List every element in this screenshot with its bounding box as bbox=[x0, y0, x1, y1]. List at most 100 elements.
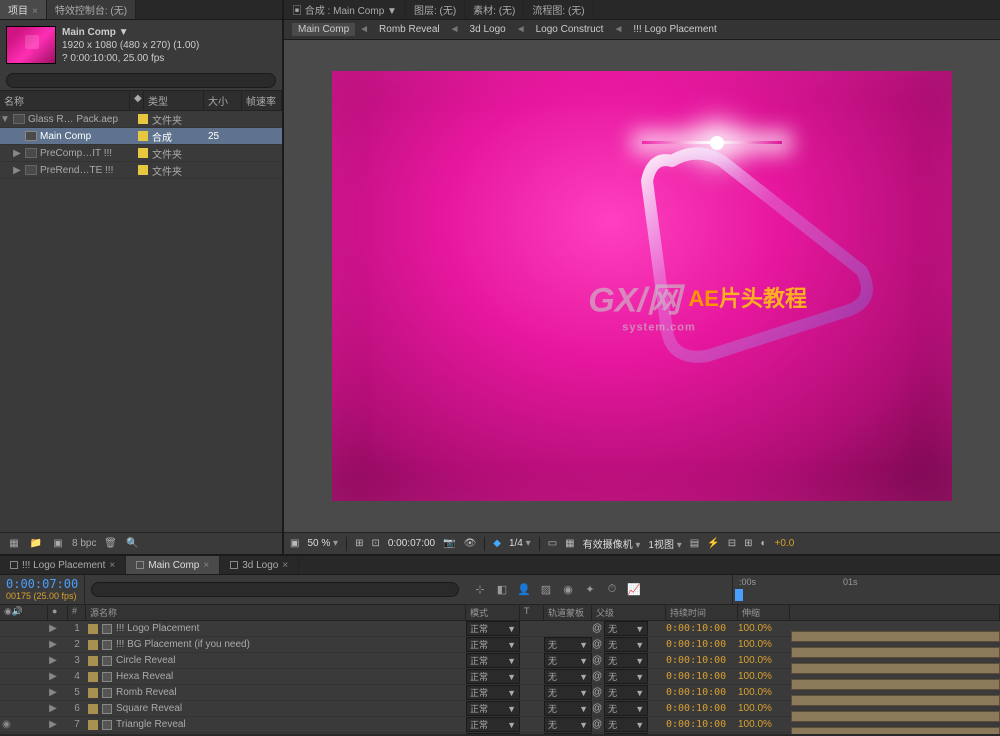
always-preview-icon[interactable]: ▣ bbox=[290, 538, 299, 549]
layer-bar[interactable] bbox=[791, 663, 1000, 674]
parent-dropdown[interactable]: 无▼ bbox=[604, 685, 648, 700]
blend-mode-dropdown[interactable]: 正常▼ bbox=[466, 637, 520, 652]
label-color-swatch[interactable] bbox=[88, 656, 98, 666]
show-snapshot-icon[interactable]: 👁 bbox=[464, 538, 477, 549]
timeline-layers[interactable]: ▶1!!! Logo Placement正常▼@无▼0:00:10:00100.… bbox=[0, 621, 1000, 734]
trkmat-t-column-header[interactable]: T bbox=[520, 605, 544, 620]
pickwhip-icon[interactable]: @ bbox=[592, 719, 602, 730]
pickwhip-icon[interactable]: @ bbox=[592, 703, 602, 714]
label-color-swatch[interactable] bbox=[88, 672, 98, 682]
visibility-toggle-icon[interactable] bbox=[2, 639, 14, 651]
layer-name[interactable]: Square Reveal bbox=[116, 703, 182, 714]
tree-item[interactable]: Main Comp合成25 bbox=[0, 128, 282, 145]
layer-duration[interactable]: 0:00:10:00 bbox=[666, 719, 738, 730]
comp-canvas[interactable]: AE片头教程 GX/网system.com bbox=[332, 71, 952, 501]
tab-fx-controls[interactable]: 特效控制台: (无) bbox=[47, 0, 136, 19]
comp-canvas-background[interactable]: AE片头教程 GX/网system.com bbox=[284, 40, 1000, 532]
breadcrumb-item[interactable]: 3d Logo bbox=[464, 23, 512, 36]
layer-stretch[interactable]: 100.0% bbox=[738, 623, 790, 634]
breadcrumb-item[interactable]: !!! Logo Placement bbox=[627, 23, 722, 36]
layer-name[interactable]: Romb Reveal bbox=[116, 687, 177, 698]
project-search-input[interactable] bbox=[6, 73, 276, 88]
layer-name[interactable]: Triangle Reveal bbox=[116, 719, 186, 730]
parent-dropdown[interactable]: 无▼ bbox=[604, 637, 648, 652]
comp-mini-flowchart-icon[interactable]: ⊹ bbox=[471, 581, 489, 599]
tab-footage[interactable]: 素材: (无) bbox=[465, 0, 524, 19]
parent-dropdown[interactable]: 无▼ bbox=[604, 701, 648, 716]
tree-item[interactable]: ▶PreRend…TE !!!文件夹 bbox=[0, 162, 282, 179]
time-ruler[interactable]: :00s 01s bbox=[732, 575, 1000, 604]
layer-bar[interactable] bbox=[791, 695, 1000, 706]
search-icon[interactable]: 🔍 bbox=[124, 536, 140, 552]
project-tree[interactable]: ▼Glass R… Pack.aep文件夹Main Comp合成25▶PreCo… bbox=[0, 111, 282, 532]
layer-duration[interactable]: 0:00:10:00 bbox=[666, 687, 738, 698]
comp-thumbnail[interactable] bbox=[6, 26, 56, 64]
visibility-toggle-icon[interactable] bbox=[2, 703, 14, 715]
layer-name[interactable]: !!! Logo Placement bbox=[116, 623, 199, 634]
layer-name[interactable]: Hexa Reveal bbox=[116, 671, 173, 682]
layer-twirl-icon[interactable]: ▶ bbox=[48, 687, 58, 698]
active-camera-dropdown[interactable]: 有效摄像机 ▾ bbox=[583, 536, 641, 551]
av-column-header[interactable]: ◉🔊 bbox=[0, 605, 48, 620]
interpret-footage-icon[interactable]: ▦ bbox=[6, 536, 22, 552]
tab-layer[interactable]: 图层: (无) bbox=[406, 0, 465, 19]
parent-dropdown[interactable]: 无▼ bbox=[604, 621, 648, 636]
blend-mode-dropdown[interactable]: 正常▼ bbox=[466, 621, 520, 636]
project-columns-header[interactable]: 名称 ◆ 类型 大小 帧速率 bbox=[0, 90, 282, 111]
layer-name[interactable]: !!! BG Placement (if you need) bbox=[116, 639, 250, 650]
flowchart-icon[interactable]: ⊞ bbox=[744, 538, 752, 549]
layer-stretch[interactable]: 100.0% bbox=[738, 687, 790, 698]
layer-row[interactable]: ▶1!!! Logo Placement正常▼@无▼0:00:10:00100.… bbox=[0, 621, 1000, 637]
timeline-tab[interactable]: Main Comp × bbox=[126, 556, 220, 574]
trkmat-dropdown[interactable]: 无▼ bbox=[544, 669, 592, 684]
layer-stretch[interactable]: 100.0% bbox=[738, 703, 790, 714]
guides-toggle-icon[interactable]: ⊡ bbox=[371, 538, 379, 549]
pickwhip-icon[interactable]: @ bbox=[592, 671, 602, 682]
new-comp-icon[interactable]: ▣ bbox=[50, 536, 66, 552]
layer-bar[interactable] bbox=[791, 711, 1000, 722]
parent-dropdown[interactable]: 无▼ bbox=[604, 717, 648, 732]
pickwhip-icon[interactable]: @ bbox=[592, 687, 602, 698]
layer-twirl-icon[interactable]: ▶ bbox=[48, 623, 58, 634]
blend-mode-dropdown[interactable]: 正常▼ bbox=[466, 717, 520, 732]
visibility-toggle-icon[interactable] bbox=[2, 671, 14, 683]
trkmat-dropdown[interactable]: 无▼ bbox=[544, 717, 592, 732]
pickwhip-icon[interactable]: @ bbox=[592, 655, 602, 666]
layer-bar[interactable] bbox=[791, 647, 1000, 658]
blend-mode-dropdown[interactable]: 正常▼ bbox=[466, 685, 520, 700]
channel-icon[interactable]: ◆ bbox=[493, 538, 501, 549]
timeline-tab[interactable]: !!! Logo Placement × bbox=[0, 556, 126, 574]
view-layout-dropdown[interactable]: 1视图 ▾ bbox=[648, 536, 681, 551]
mode-column-header[interactable]: 模式 bbox=[466, 605, 520, 620]
frame-blend-icon[interactable]: ▨ bbox=[537, 581, 555, 599]
layer-stretch[interactable]: 100.0% bbox=[738, 719, 790, 730]
visibility-toggle-icon[interactable] bbox=[2, 655, 14, 667]
blend-mode-dropdown[interactable]: 正常▼ bbox=[466, 701, 520, 716]
trkmat-column-header[interactable]: 轨道蒙板 bbox=[544, 605, 592, 620]
label-color-swatch[interactable] bbox=[88, 704, 98, 714]
layer-duration[interactable]: 0:00:10:00 bbox=[666, 703, 738, 714]
new-folder-icon[interactable]: 📁 bbox=[28, 536, 44, 552]
exposure-value[interactable]: +0.0 bbox=[775, 538, 795, 549]
layer-twirl-icon[interactable]: ▶ bbox=[48, 703, 58, 714]
trkmat-dropdown[interactable]: 无▼ bbox=[544, 701, 592, 716]
layer-stretch[interactable]: 100.0% bbox=[738, 671, 790, 682]
parent-dropdown[interactable]: 无▼ bbox=[604, 733, 648, 734]
draft3d-icon[interactable]: ◧ bbox=[493, 581, 511, 599]
bit-depth-button[interactable]: 8 bpc bbox=[72, 538, 96, 549]
layer-stretch[interactable]: 100.0% bbox=[738, 639, 790, 650]
blend-mode-dropdown[interactable]: 正常▼ bbox=[466, 669, 520, 684]
index-column-header[interactable]: # bbox=[68, 605, 86, 620]
visibility-toggle-icon[interactable]: ◉ bbox=[2, 719, 14, 731]
label-color-swatch[interactable] bbox=[88, 624, 98, 634]
layer-twirl-icon[interactable]: ▶ bbox=[48, 671, 58, 682]
brainstorm-icon[interactable]: ✦ bbox=[581, 581, 599, 599]
tree-item[interactable]: ▼Glass R… Pack.aep文件夹 bbox=[0, 111, 282, 128]
pickwhip-icon[interactable]: @ bbox=[592, 623, 602, 634]
breadcrumb-item[interactable]: Logo Construct bbox=[530, 23, 610, 36]
pixel-aspect-icon[interactable]: ▤ bbox=[690, 538, 699, 549]
layer-stretch[interactable]: 100.0% bbox=[738, 655, 790, 666]
layer-name[interactable]: Circle Reveal bbox=[116, 655, 175, 666]
timeline-search-input[interactable] bbox=[91, 582, 459, 597]
blend-mode-dropdown[interactable]: 正常▼ bbox=[466, 653, 520, 668]
